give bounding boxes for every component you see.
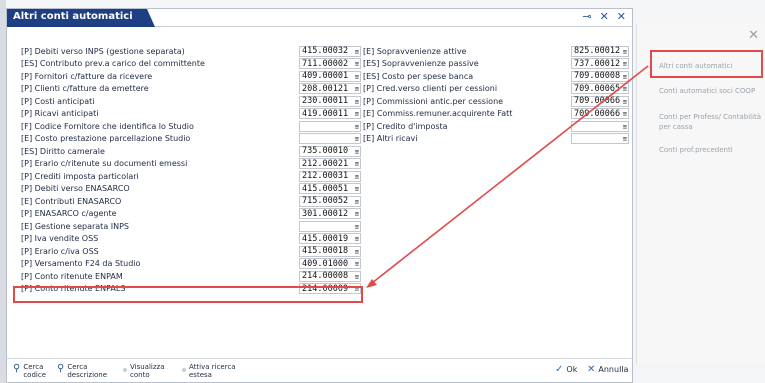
arrow-annotation — [366, 65, 649, 288]
arrow-line — [371, 65, 649, 284]
